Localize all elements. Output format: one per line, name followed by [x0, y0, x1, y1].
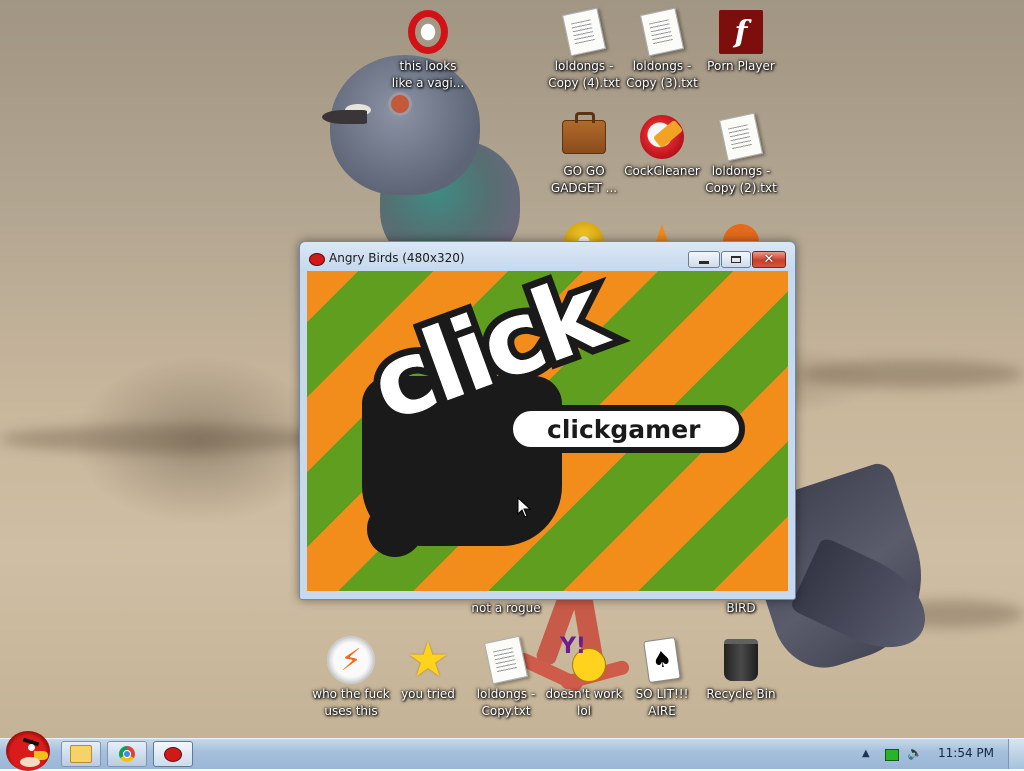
icon-label: loldongs - Copy.txt [476, 687, 536, 718]
ground-shadow [800, 360, 1024, 388]
desktop-icon-porn-player[interactable]: f Porn Player [702, 8, 780, 75]
recycle-bin-icon [717, 636, 765, 684]
icon-label: CockCleaner [624, 164, 700, 178]
text-file-icon [482, 635, 530, 685]
game-viewport[interactable]: click click clickgamer [307, 271, 788, 591]
logo-drip [367, 501, 423, 557]
desktop-icon-not-a-rogue[interactable]: not a rogue [467, 600, 545, 617]
icon-label: SO LIT!!! AIRE [635, 687, 689, 718]
avast-icon: ⚡ [327, 636, 375, 684]
taskbar-angry-birds-button[interactable] [153, 741, 193, 767]
minimize-icon [699, 261, 709, 264]
desktop-icon-cockcleaner[interactable]: CockCleaner [623, 113, 701, 180]
icon-label: loldongs - Copy (4).txt [548, 59, 620, 90]
close-icon: ✕ [763, 252, 775, 267]
clickgamer-brand: clickgamer [507, 405, 745, 453]
network-icon[interactable] [885, 749, 899, 761]
window-title: Angry Birds (480x320) [329, 251, 465, 265]
desktop-icon-loldongs-copy-3[interactable]: loldongs - Copy (3).txt [623, 7, 701, 92]
start-button-angry-bird-icon[interactable] [6, 731, 50, 771]
icon-label: who the fuck uses this [312, 687, 390, 718]
minimize-button[interactable] [688, 251, 720, 268]
show-hidden-icons-arrow-icon[interactable]: ▲ [862, 748, 870, 759]
playing-cards-icon: ♠ [638, 636, 686, 684]
icon-label: loldongs - Copy (3).txt [626, 59, 698, 90]
desktop-icon-loldongs-copy[interactable]: loldongs - Copy.txt [467, 635, 545, 720]
chrome-icon [119, 746, 135, 762]
desktop-icon-bird[interactable]: BIRD [702, 600, 780, 617]
yahoo-messenger-icon: Y! [560, 634, 608, 684]
desktop-icon-opera[interactable]: this looks like a vagi... [389, 8, 467, 92]
icon-label: not a rogue [471, 601, 541, 615]
volume-icon[interactable]: 🔈 [907, 746, 923, 761]
star-icon: ★ [406, 632, 450, 688]
pigeon-beak [322, 110, 367, 124]
taskbar-chrome-button[interactable] [107, 741, 147, 767]
icon-label: Recycle Bin [706, 687, 776, 701]
taskbar-clock[interactable]: 11:54 PM [938, 746, 994, 760]
icon-label: this looks like a vagi... [391, 59, 465, 90]
ground-shadow [0, 425, 330, 453]
window-titlebar[interactable]: Angry Birds (480x320) ✕ [300, 242, 795, 272]
text-file-icon [638, 7, 686, 57]
logo-drip [457, 491, 503, 537]
angry-birds-icon [309, 253, 325, 266]
icon-label: doesn't work lol [545, 687, 623, 718]
desktop-icon-solitaire[interactable]: ♠ SO LIT!!! AIRE [623, 636, 701, 720]
desktop-icon-go-go-gadget[interactable]: GO GO GADGET ... [545, 112, 623, 197]
ccleaner-icon [638, 113, 686, 161]
icon-label: GO GO GADGET ... [550, 164, 618, 195]
close-button[interactable]: ✕ [752, 251, 786, 268]
maximize-icon [731, 256, 741, 263]
desktop-icon-loldongs-copy-4[interactable]: loldongs - Copy (4).txt [545, 7, 623, 92]
maximize-button[interactable] [721, 251, 751, 268]
logo-drip [419, 506, 459, 546]
icon-label: you tried [401, 687, 455, 701]
desktop-icon-yahoo-messenger[interactable]: Y! doesn't work lol [545, 634, 623, 720]
angry-birds-icon [164, 746, 182, 762]
flash-player-icon: f [717, 8, 765, 56]
folder-icon [70, 745, 92, 763]
desktop-wallpaper: this looks like a vagi... loldongs - Cop… [0, 0, 1024, 738]
taskbar: ▲ 🔈 11:54 PM [0, 731, 1024, 771]
briefcase-icon [560, 112, 608, 161]
desktop-icon-avast[interactable]: ⚡ who the fuck uses this [312, 636, 390, 720]
icon-label: Porn Player [707, 59, 775, 73]
desktop-icon-you-tried[interactable]: ★ you tried [389, 636, 467, 703]
pigeon-eye [388, 92, 412, 116]
desktop-icon-loldongs-copy-2[interactable]: loldongs - Copy (2).txt [702, 112, 780, 197]
taskbar-explorer-button[interactable] [61, 741, 101, 767]
opera-icon [404, 8, 452, 56]
icon-label: BIRD [726, 601, 756, 615]
text-file-icon [560, 7, 608, 57]
show-desktop-button[interactable] [1008, 739, 1024, 769]
desktop-icon-recycle-bin[interactable]: Recycle Bin [702, 636, 780, 703]
icon-label: loldongs - Copy (2).txt [705, 164, 777, 195]
angry-birds-window[interactable]: Angry Birds (480x320) ✕ click click clic… [299, 241, 796, 600]
text-file-icon [717, 112, 765, 162]
